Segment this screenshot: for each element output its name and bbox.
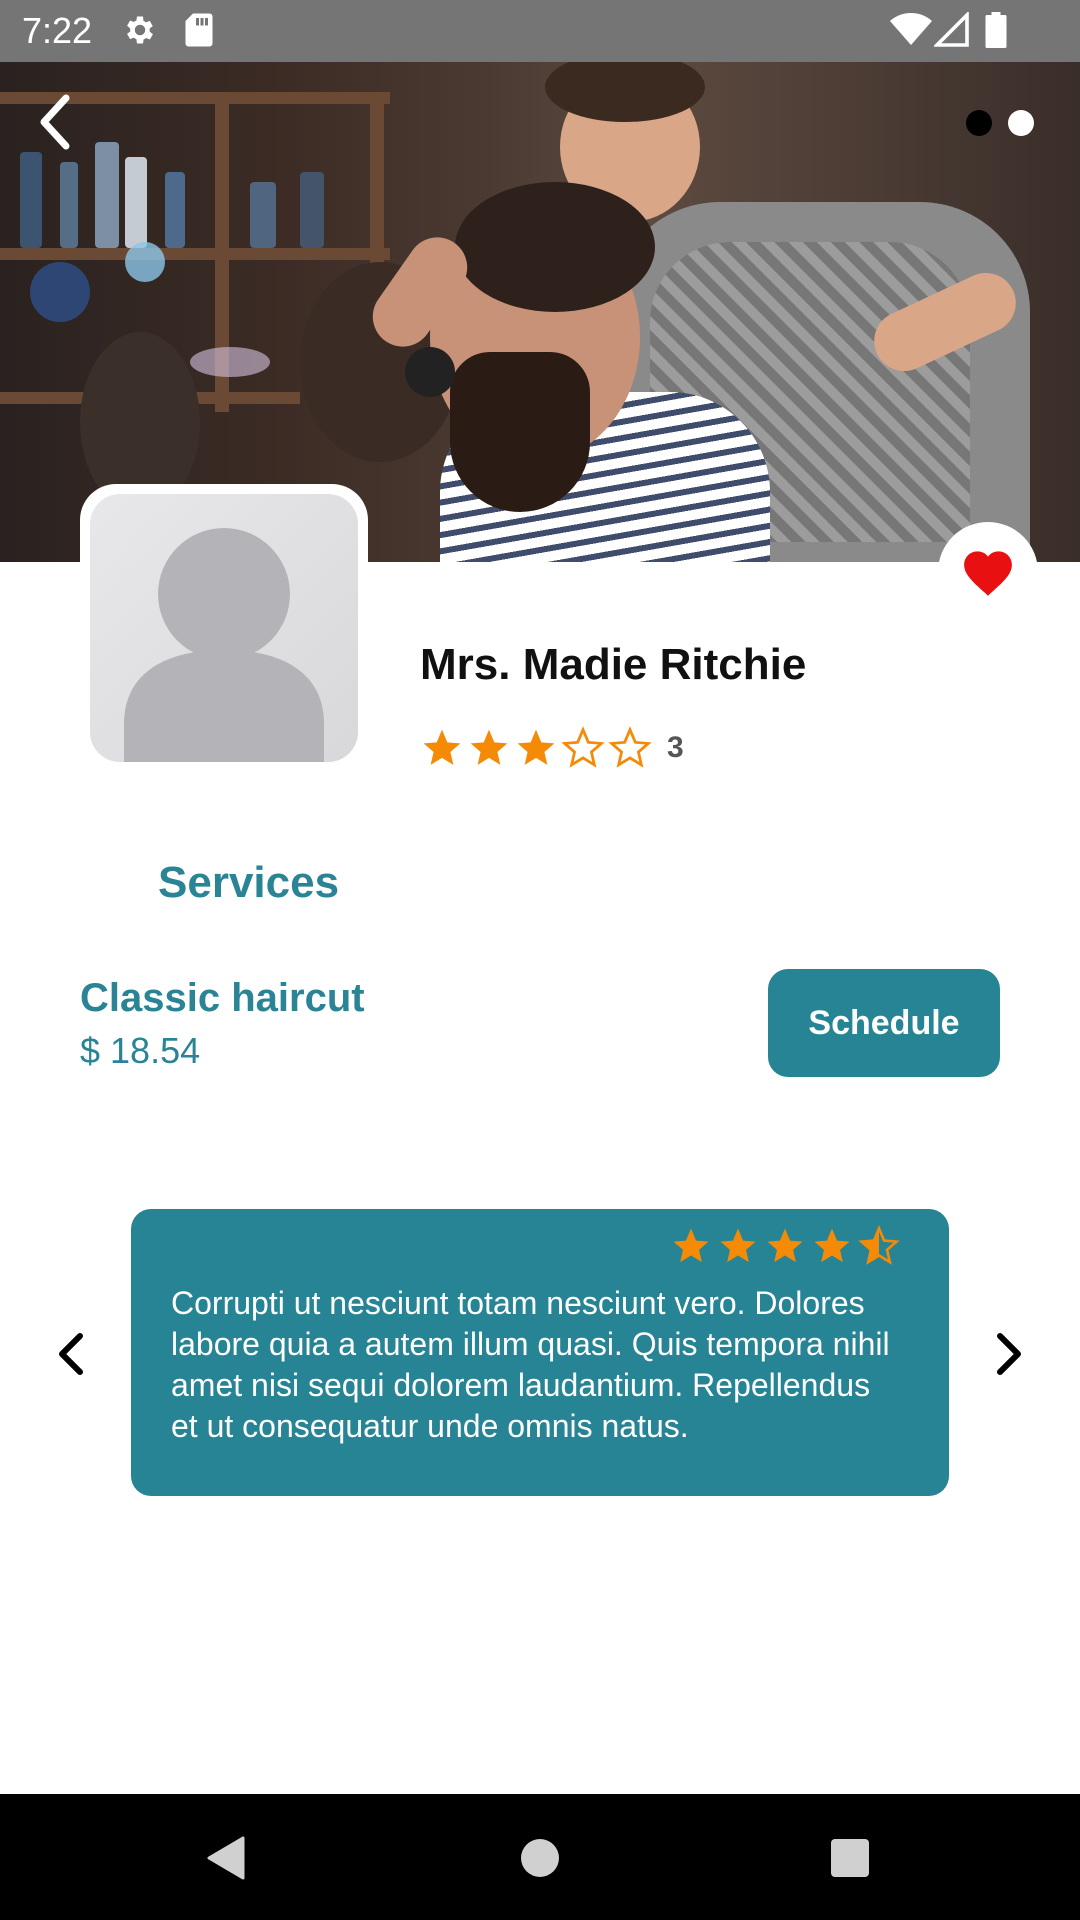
bottle — [125, 157, 147, 248]
shelf — [0, 248, 390, 260]
light-bokeh — [30, 262, 90, 322]
nav-home-icon[interactable] — [520, 1838, 560, 1878]
review-card: Corrupti ut nesciunt totam nesciunt vero… — [131, 1209, 949, 1496]
avatar — [90, 494, 358, 762]
battery-icon — [985, 12, 1007, 48]
star-filled-icon — [423, 729, 461, 765]
service-name: Classic haircut — [80, 976, 365, 1020]
client-hair — [455, 182, 655, 312]
back-arrow-icon[interactable] — [36, 92, 76, 152]
light-bokeh — [125, 242, 165, 282]
bottle — [95, 142, 119, 248]
bottle — [60, 162, 78, 248]
bottle — [250, 182, 276, 248]
favorite-button[interactable] — [938, 522, 1038, 622]
star-filled-icon — [720, 1228, 756, 1263]
wifi-icon — [890, 12, 932, 45]
client-beard — [450, 352, 590, 512]
nav-recents-icon[interactable] — [830, 1838, 870, 1878]
star-filled-icon — [470, 729, 508, 765]
wrist-watch — [405, 347, 455, 397]
star-outline-icon — [608, 726, 652, 768]
star-half-icon — [858, 1225, 900, 1265]
heart-icon — [964, 551, 1012, 596]
star-outline-icon — [561, 726, 605, 768]
pager-dot[interactable] — [1008, 110, 1034, 136]
star-filled-icon — [673, 1228, 709, 1263]
light-bokeh — [190, 347, 270, 377]
service-price: $ 18.54 — [80, 1030, 201, 1071]
rating-row: 3 — [420, 726, 684, 770]
bottle — [165, 172, 185, 248]
status-bar: 7:22 — [0, 0, 1080, 62]
star-filled-icon — [517, 729, 555, 765]
review-text: Corrupti ut nesciunt totam nesciunt vero… — [171, 1285, 890, 1444]
user-placeholder-icon — [124, 528, 324, 762]
star-filled-icon — [767, 1228, 803, 1263]
pager-dot-active[interactable] — [966, 110, 992, 136]
nav-back-icon[interactable] — [205, 1836, 245, 1880]
status-time: 7:22 — [22, 10, 93, 51]
signal-icon — [934, 12, 969, 47]
navigation-bar — [0, 1794, 1080, 1920]
next-review-arrow-icon[interactable] — [992, 1330, 1026, 1378]
pager-dots — [950, 110, 1034, 141]
stylist-name: Mrs. Madie Ritchie — [420, 640, 807, 689]
services-title: Services — [158, 858, 340, 907]
gear-icon — [127, 16, 153, 44]
review-stars — [670, 1225, 905, 1267]
rating-count: 3 — [667, 731, 684, 764]
previous-review-arrow-icon[interactable] — [54, 1330, 88, 1378]
schedule-button[interactable]: Schedule — [768, 969, 1000, 1077]
star-filled-icon — [814, 1228, 850, 1263]
sd-card-icon — [185, 13, 213, 47]
bottle — [300, 172, 324, 248]
bottle — [20, 152, 42, 248]
